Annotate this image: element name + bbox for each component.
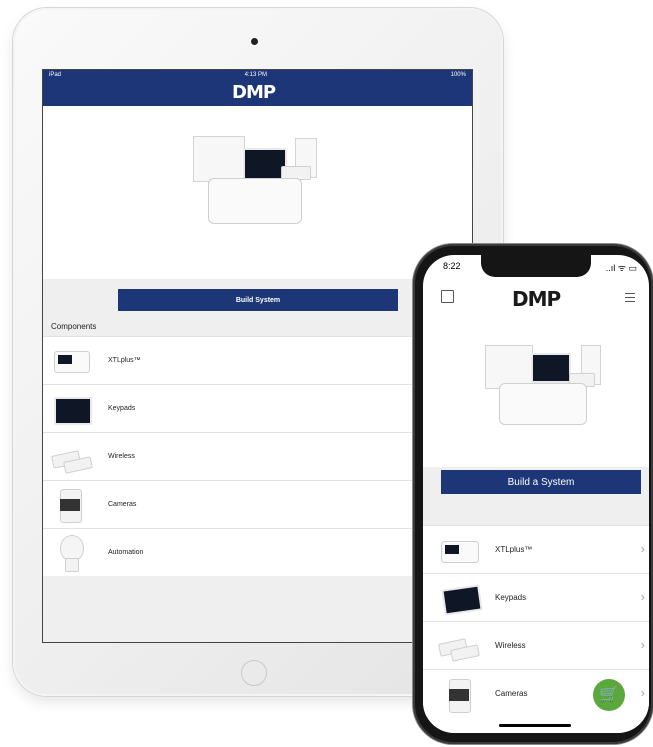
iphone-status-bar: 8:22 ..ıl ᯤ ▭ xyxy=(443,261,637,274)
ipad-screen: iPad 4:13 PM 100% DMP Build System Compo… xyxy=(42,69,473,643)
component-label: Cameras xyxy=(495,689,528,698)
component-label: Keypads xyxy=(108,405,136,412)
panel-icon xyxy=(50,341,94,381)
component-row-cameras[interactable]: Cameras xyxy=(43,480,472,528)
keypad-icon xyxy=(50,389,94,429)
ipad-home-button[interactable] xyxy=(241,660,267,686)
cart-icon: 🛒 xyxy=(599,686,619,703)
dmp-logo: DMP xyxy=(512,287,561,311)
keypad-icon xyxy=(439,579,483,617)
panel-box-image xyxy=(193,136,245,182)
component-label: XTLplus™ xyxy=(495,545,533,554)
component-label: XTLplus™ xyxy=(108,357,141,364)
iphone-screen: 8:22 ..ıl ᯤ ▭ DMP Build a System XTLplus… xyxy=(423,255,649,733)
component-label: Cameras xyxy=(108,501,137,508)
chevron-right-icon: › xyxy=(640,541,645,556)
component-row-keypads[interactable]: Keypads xyxy=(43,384,472,432)
component-label: Keypads xyxy=(495,593,527,602)
wireless-sensor-icon xyxy=(437,627,483,665)
chevron-right-icon: › xyxy=(640,589,645,604)
component-label: Wireless xyxy=(495,641,526,650)
component-row-xtlplus[interactable]: XTLplus™ › xyxy=(423,525,649,573)
device-base-image xyxy=(499,383,587,425)
iphone-device: 8:22 ..ıl ᯤ ▭ DMP Build a System XTLplus… xyxy=(413,244,653,744)
panel-icon xyxy=(439,531,483,569)
battery-label: 100% xyxy=(450,72,466,78)
chevron-right-icon: › xyxy=(640,637,645,652)
camera-icon xyxy=(50,485,94,525)
chevron-right-icon: › xyxy=(640,685,645,700)
wireless-sensor-icon xyxy=(50,437,94,477)
cart-button[interactable]: 🛒 xyxy=(593,679,625,711)
camera-icon xyxy=(439,675,483,713)
component-label: Wireless xyxy=(108,453,135,460)
build-button-area: Build System xyxy=(43,279,472,320)
signal-icons: ..ıl ᯤ ▭ xyxy=(605,263,637,273)
hero-product-image xyxy=(43,106,472,279)
menu-icon[interactable] xyxy=(625,293,635,302)
build-button-area: Build a System xyxy=(423,467,649,525)
component-row-wireless[interactable]: Wireless › xyxy=(423,621,649,669)
component-row-automation[interactable]: Automation xyxy=(43,528,472,576)
components-heading: Components xyxy=(43,320,472,336)
component-row-keypads[interactable]: Keypads › xyxy=(423,573,649,621)
hero-product-image xyxy=(423,317,649,467)
build-a-system-button[interactable]: Build a System xyxy=(441,470,641,494)
build-system-button[interactable]: Build System xyxy=(118,289,398,311)
device-base-image xyxy=(208,178,302,224)
component-row-wireless[interactable]: Wireless xyxy=(43,432,472,480)
clock: 8:22 xyxy=(443,261,461,271)
bulb-icon xyxy=(50,533,94,573)
ipad-camera xyxy=(251,38,258,45)
carrier-label: iPad xyxy=(49,72,62,78)
ipad-status-bar: iPad 4:13 PM 100% xyxy=(49,72,466,78)
iphone-nav-bar: DMP xyxy=(423,285,649,315)
keypad-image xyxy=(531,353,571,383)
edit-icon[interactable] xyxy=(441,290,454,303)
component-row-xtlplus[interactable]: XTLplus™ xyxy=(43,336,472,384)
ipad-header: iPad 4:13 PM 100% DMP xyxy=(43,70,472,106)
clock: 4:13 PM xyxy=(244,72,267,78)
dmp-logo: DMP xyxy=(232,82,276,103)
component-label: Automation xyxy=(108,549,144,556)
home-indicator[interactable] xyxy=(499,724,571,727)
